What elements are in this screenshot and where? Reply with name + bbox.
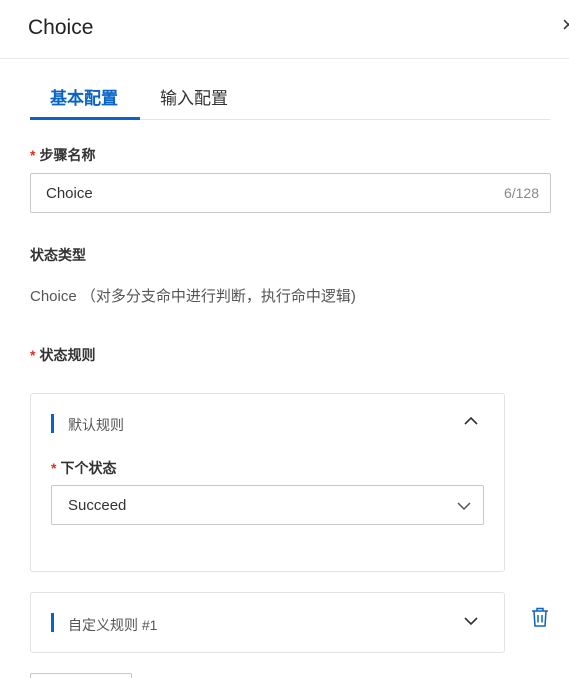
step-name-input[interactable]: Choice 6/128 — [30, 173, 551, 213]
tab-bar: 基本配置 输入配置 — [30, 80, 550, 120]
add-rule-button[interactable] — [30, 673, 132, 678]
next-state-label: * 下个状态 — [51, 458, 116, 478]
drawer-header: Choice × — [0, 0, 569, 59]
tab-input-config[interactable]: 输入配置 — [160, 84, 228, 109]
next-state-value: Succeed — [68, 497, 127, 514]
required-mark: * — [51, 460, 57, 476]
state-rules-label: * 状态规则 — [30, 345, 95, 365]
chevron-up-icon[interactable] — [463, 413, 479, 429]
step-name-value: Choice — [46, 185, 93, 202]
state-type-label: 状态类型 — [30, 247, 86, 263]
rule-card-default: 默认规则 * 下个状态 Succeed — [30, 393, 505, 572]
rule-card-custom-1[interactable]: 自定义规则 #1 — [30, 592, 505, 653]
next-state-select[interactable]: Succeed — [51, 485, 484, 525]
tab-basic-config[interactable]: 基本配置 — [50, 84, 118, 109]
state-rules-label-text: 状态规则 — [39, 347, 96, 363]
trash-icon[interactable] — [531, 607, 549, 627]
char-counter: 6/128 — [503, 185, 539, 201]
drawer-title: Choice — [28, 16, 94, 39]
next-state-label-text: 下个状态 — [60, 460, 117, 476]
rule-title: 自定义规则 #1 — [68, 617, 158, 633]
rule-accent-bar — [51, 613, 54, 632]
step-name-label-text: 步骤名称 — [39, 147, 96, 163]
required-mark: * — [30, 147, 36, 163]
rule-accent-bar — [51, 414, 54, 433]
state-type-value: Choice （对多分支命中进行判断，执行命中逻辑) — [30, 288, 356, 305]
rule-title: 默认规则 — [68, 417, 124, 433]
chevron-down-icon — [457, 502, 471, 511]
active-tab-indicator — [30, 117, 140, 120]
chevron-down-icon[interactable] — [463, 613, 479, 629]
close-icon[interactable]: × — [562, 14, 569, 36]
required-mark: * — [30, 347, 36, 363]
step-name-label: * 步骤名称 — [30, 145, 95, 165]
